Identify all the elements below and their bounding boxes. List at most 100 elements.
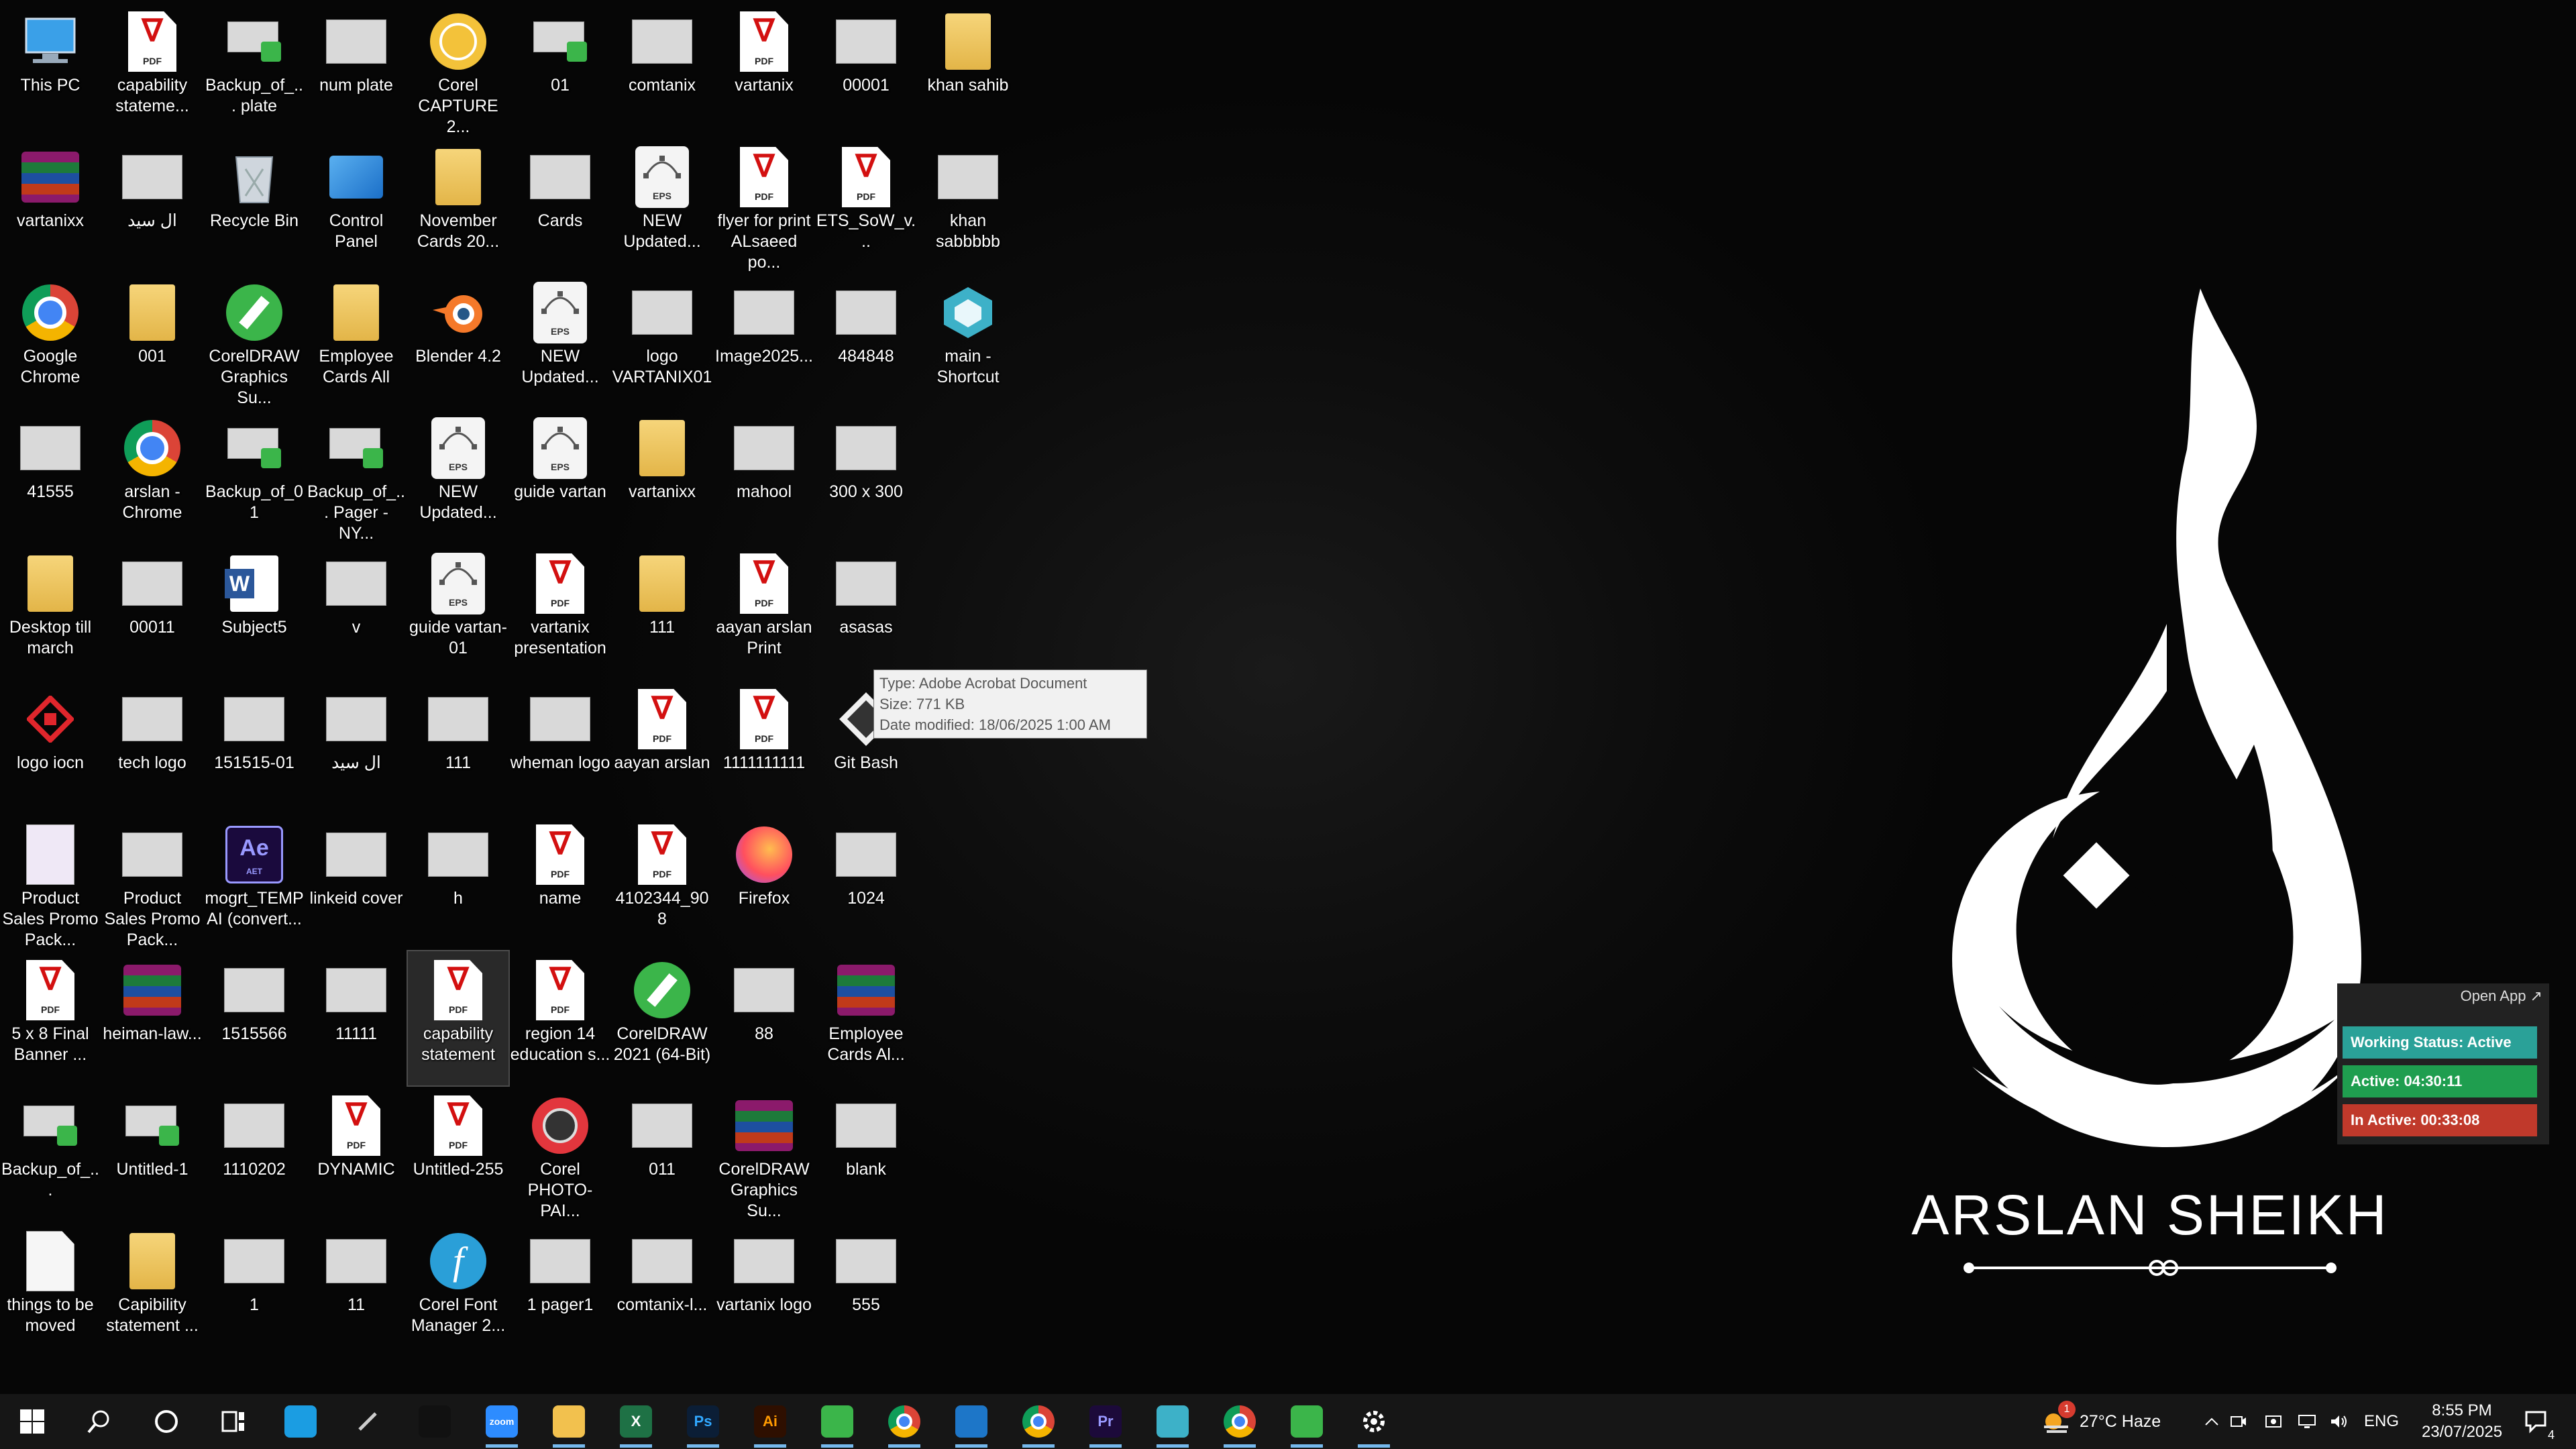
desktop-icon[interactable]: 1024 bbox=[816, 816, 916, 950]
desktop-icon[interactable]: Employee Cards Al... bbox=[816, 951, 916, 1085]
taskbar-app-shortcut[interactable] bbox=[1140, 1394, 1205, 1449]
desktop-icon[interactable]: 41555 bbox=[0, 409, 101, 543]
desktop-icon[interactable]: ∇ PDF flyer for print ALsaeed po... bbox=[714, 138, 814, 272]
desktop-icon[interactable]: EPS NEW Updated... bbox=[612, 138, 712, 272]
desktop-icon[interactable]: 11111 bbox=[306, 951, 407, 1085]
taskbar-terminal[interactable] bbox=[402, 1394, 467, 1449]
desktop-icon[interactable]: ∇ PDF Untitled-255 bbox=[408, 1087, 508, 1221]
desktop-icon[interactable]: Backup_of_... plate bbox=[204, 3, 305, 137]
desktop-icon[interactable]: Google Chrome bbox=[0, 274, 101, 408]
desktop-icon[interactable]: logo VARTANIX01 bbox=[612, 274, 712, 408]
desktop-icon[interactable]: Product Sales Promo Pack... bbox=[102, 816, 203, 950]
desktop-icon[interactable]: Control Panel bbox=[306, 138, 407, 272]
desktop-icon[interactable]: heiman-law... bbox=[102, 951, 203, 1085]
taskbar-excel[interactable]: X bbox=[604, 1394, 668, 1449]
taskbar-chrome-profile[interactable] bbox=[1006, 1394, 1071, 1449]
desktop-icon[interactable]: 01 bbox=[510, 3, 610, 137]
desktop-icon[interactable]: ∇ PDF ETS_SoW_v... bbox=[816, 138, 916, 272]
desktop-icon[interactable]: 88 bbox=[714, 951, 814, 1085]
desktop-icon[interactable]: v bbox=[306, 545, 407, 679]
desktop-icon[interactable]: asasas bbox=[816, 545, 916, 679]
desktop-icon[interactable]: 1 pager1 bbox=[510, 1222, 610, 1356]
desktop-icon[interactable]: EPS guide vartan bbox=[510, 409, 610, 543]
taskbar-cortana-button[interactable] bbox=[134, 1394, 199, 1449]
desktop-icon[interactable]: 1 bbox=[204, 1222, 305, 1356]
desktop-icon[interactable]: Ae AET mogrt_TEMP AI (convert... bbox=[204, 816, 305, 950]
desktop-icon[interactable]: ∇ PDF 1111111111 bbox=[714, 680, 814, 814]
taskbar-photoshop[interactable]: Ps bbox=[671, 1394, 735, 1449]
desktop-icon[interactable]: 1110202 bbox=[204, 1087, 305, 1221]
desktop-icon[interactable]: h bbox=[408, 816, 508, 950]
desktop-icon[interactable]: things to be moved bbox=[0, 1222, 101, 1356]
chevron-up-icon[interactable] bbox=[2200, 1394, 2223, 1449]
taskbar-chrome[interactable] bbox=[872, 1394, 936, 1449]
desktop-icon[interactable]: EPS NEW Updated... bbox=[408, 409, 508, 543]
desktop-icon[interactable]: logo iocn bbox=[0, 680, 101, 814]
desktop-icon[interactable]: Recycle Bin bbox=[204, 138, 305, 272]
desktop-icon[interactable]: ∇ PDF capability stateme... bbox=[102, 3, 203, 137]
desktop-icon[interactable]: 001 bbox=[102, 274, 203, 408]
taskbar-task-view-button[interactable] bbox=[201, 1394, 266, 1449]
desktop-icon[interactable]: ∇ PDF 5 x 8 Final Banner ... bbox=[0, 951, 101, 1085]
desktop-icon[interactable]: 00001 bbox=[816, 3, 916, 137]
desktop-icon[interactable]: CorelDRAW Graphics Su... bbox=[714, 1087, 814, 1221]
desktop[interactable]: ARSLAN SHEIKH This PC vartanixx Google Chr… bbox=[0, 0, 2576, 1394]
desktop-icon[interactable]: ∇ PDF capability statement bbox=[407, 950, 510, 1087]
desktop-icon[interactable]: mahool bbox=[714, 409, 814, 543]
desktop-icon[interactable]: Corel PHOTO-PAI... bbox=[510, 1087, 610, 1221]
desktop-icon[interactable]: ∇ PDF name bbox=[510, 816, 610, 950]
desktop-icon[interactable]: ∇ PDF aayan arslan bbox=[612, 680, 712, 814]
taskbar-search-button[interactable] bbox=[67, 1394, 131, 1449]
taskbar-start-button[interactable] bbox=[0, 1394, 64, 1449]
open-app-link[interactable]: Open App ↗ bbox=[2461, 987, 2542, 1005]
taskbar-chrome-2[interactable] bbox=[1208, 1394, 1272, 1449]
taskbar-edge[interactable] bbox=[268, 1394, 333, 1449]
volume-icon[interactable] bbox=[2328, 1394, 2351, 1449]
language-indicator[interactable]: ENG bbox=[2361, 1394, 2402, 1449]
weather-text[interactable]: 27°C Haze bbox=[2080, 1394, 2214, 1449]
desktop-icon[interactable]: 555 bbox=[816, 1222, 916, 1356]
desktop-icon[interactable]: W Subject5 bbox=[204, 545, 305, 679]
desktop-icon[interactable]: Backup_of_... Pager - NY... bbox=[306, 409, 407, 543]
desktop-icon[interactable]: 11 bbox=[306, 1222, 407, 1356]
desktop-icon[interactable]: Untitled-1 bbox=[102, 1087, 203, 1221]
desktop-icon[interactable]: Product Sales Promo Pack... bbox=[0, 816, 101, 950]
taskbar-premiere[interactable]: Pr bbox=[1073, 1394, 1138, 1449]
desktop-icon[interactable]: ∇ PDF vartanix presentation bbox=[510, 545, 610, 679]
desktop-icon[interactable]: vartanixx bbox=[612, 409, 712, 543]
clock[interactable]: 8:55 PM 23/07/2025 bbox=[2415, 1394, 2509, 1449]
desktop-icon[interactable]: 00011 bbox=[102, 545, 203, 679]
security-icon[interactable] bbox=[2262, 1394, 2285, 1449]
desktop-icon[interactable]: 1515566 bbox=[204, 951, 305, 1085]
desktop-icon[interactable]: ∇ PDF region 14 education s... bbox=[510, 951, 610, 1085]
desktop-icon[interactable]: khan sahib bbox=[918, 3, 1018, 137]
desktop-icon[interactable]: f Corel Font Manager 2... bbox=[408, 1222, 508, 1356]
desktop-icon[interactable]: khan sabbbbb bbox=[918, 138, 1018, 272]
desktop-icon[interactable]: 300 x 300 bbox=[816, 409, 916, 543]
desktop-icon[interactable]: Backup_of_01 bbox=[204, 409, 305, 543]
network-icon[interactable] bbox=[2296, 1394, 2318, 1449]
desktop-icon[interactable]: CorelDRAW 2021 (64-Bit) bbox=[612, 951, 712, 1085]
taskbar-coreldraw-2[interactable] bbox=[1275, 1394, 1339, 1449]
desktop-icon[interactable]: Employee Cards All bbox=[306, 274, 407, 408]
taskbar-settings[interactable] bbox=[1342, 1394, 1406, 1449]
desktop-icon[interactable]: main - Shortcut bbox=[918, 274, 1018, 408]
meet-now-icon[interactable] bbox=[2227, 1394, 2250, 1449]
desktop-icon[interactable]: ∇ PDF DYNAMIC bbox=[306, 1087, 407, 1221]
desktop-icon[interactable]: comtanix bbox=[612, 3, 712, 137]
taskbar-coreldraw[interactable] bbox=[805, 1394, 869, 1449]
desktop-icon[interactable]: ∇ PDF aayan arslan Print bbox=[714, 545, 814, 679]
taskbar-illustrator[interactable]: Ai bbox=[738, 1394, 802, 1449]
desktop-icon[interactable]: vartanixx bbox=[0, 138, 101, 272]
desktop-icon[interactable]: Firefox bbox=[714, 816, 814, 950]
desktop-icon[interactable]: ∇ PDF 4102344_908 bbox=[612, 816, 712, 950]
desktop-icon[interactable]: num plate bbox=[306, 3, 407, 137]
desktop-icon[interactable]: vartanix logo bbox=[714, 1222, 814, 1356]
desktop-icon[interactable]: ال سيد bbox=[306, 680, 407, 814]
desktop-icon[interactable]: Cards bbox=[510, 138, 610, 272]
desktop-icon[interactable]: 111 bbox=[408, 680, 508, 814]
desktop-icon[interactable]: Capibility statement ... bbox=[102, 1222, 203, 1356]
desktop-icon[interactable]: wheman logo bbox=[510, 680, 610, 814]
desktop-icon[interactable]: Blender 4.2 bbox=[408, 274, 508, 408]
desktop-icon[interactable]: This PC bbox=[0, 3, 101, 137]
